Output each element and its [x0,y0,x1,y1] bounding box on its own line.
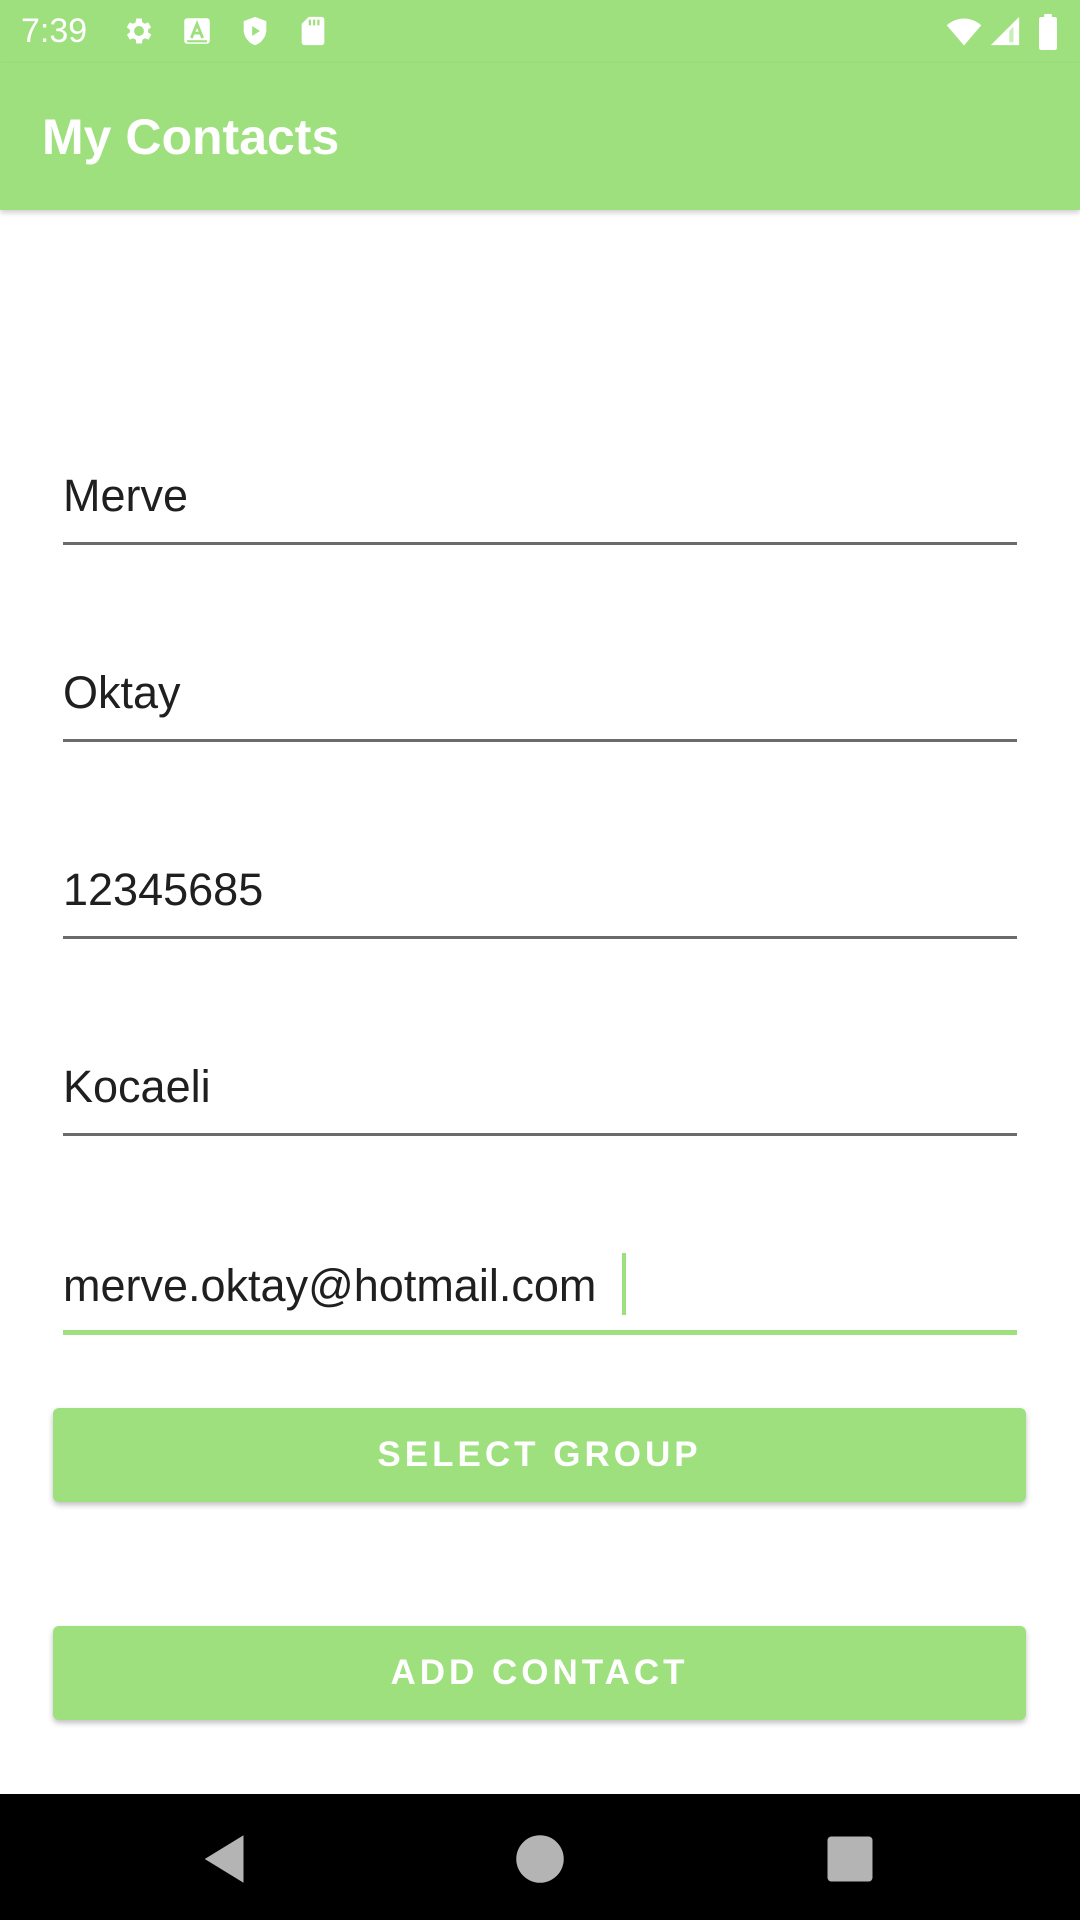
navigation-bar [0,1794,1080,1920]
email-field[interactable] [63,1240,1017,1335]
gear-icon [122,14,156,48]
last-name-input[interactable] [63,665,1017,721]
wifi-icon [944,14,984,50]
recents-icon[interactable] [820,1829,880,1889]
font-a-icon [180,14,214,48]
select-group-button[interactable]: SELECT GROUP [53,1408,1026,1502]
cell-signal-icon [988,14,1022,48]
sd-card-icon [296,14,330,48]
city-field[interactable] [63,1043,1017,1136]
first-name-input[interactable] [63,468,1017,524]
add-contact-button[interactable]: ADD CONTACT [53,1626,1026,1720]
status-bar: 7:39 [0,0,1080,63]
last-name-field[interactable] [63,649,1017,742]
city-input[interactable] [63,1059,1017,1115]
phone-field[interactable] [63,846,1017,939]
status-time: 7:39 [21,12,88,50]
page-title: My Contacts [42,109,340,165]
text-cursor [622,1253,626,1315]
first-name-field[interactable] [63,452,1017,545]
battery-icon [1036,14,1060,50]
phone-input[interactable] [63,862,1017,918]
app-bar: My Contacts [0,63,1080,210]
home-icon[interactable] [510,1829,570,1889]
shield-play-icon [238,14,272,48]
email-input[interactable] [63,1258,1017,1314]
screen: 7:39 My Contacts Merve Oktay 12345685 Ko… [0,0,1080,1920]
back-icon[interactable] [196,1829,256,1889]
